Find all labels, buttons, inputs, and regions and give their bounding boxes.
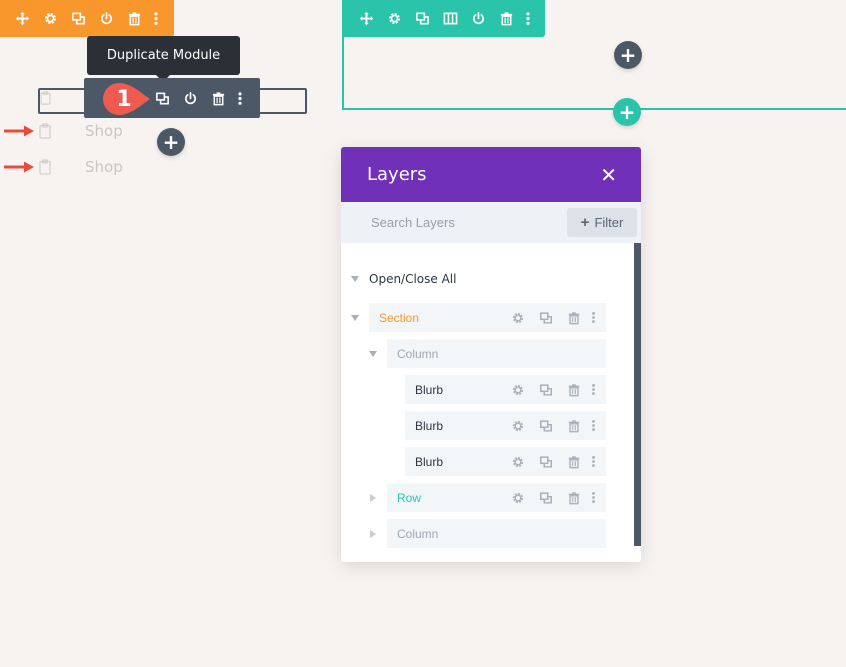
shop-blurb-title: Shop [85,122,123,140]
layers-header[interactable]: Layers ✕ [341,147,641,202]
duplicate-icon[interactable] [532,455,560,469]
caret-down-icon[interactable] [351,315,359,321]
section-toolbar [0,0,174,37]
arrow-right-icon [4,161,34,173]
columns-icon[interactable] [436,0,464,37]
trash-icon[interactable] [560,383,588,397]
filter-button[interactable]: + Filter [567,208,637,237]
gear-icon[interactable] [504,311,532,325]
scrollbar[interactable] [634,243,641,546]
add-module-button[interactable]: + [157,128,185,156]
layers-search-bar: + Filter [341,201,641,244]
gear-icon[interactable] [504,491,532,505]
duplicate-icon[interactable] [532,419,560,433]
layer-label: Row [397,490,422,505]
more-options-icon[interactable] [588,311,598,324]
caret-down-icon [351,276,359,282]
caret-right-icon[interactable] [370,494,376,502]
plus-icon: + [580,214,590,231]
more-options-icon[interactable] [520,0,536,37]
caret-right-icon[interactable] [370,530,376,538]
open-close-all-toggle[interactable]: Open/Close All [351,272,456,286]
layer-label: Column [397,526,439,541]
duplicate-icon[interactable] [532,383,560,397]
duplicate-icon[interactable] [64,0,92,37]
more-options-icon[interactable] [148,0,164,37]
duplicate-module-tooltip: Duplicate Module [87,36,240,75]
close-icon[interactable]: ✕ [600,163,617,187]
add-module-button[interactable]: + [614,41,642,69]
trash-icon[interactable] [120,0,148,37]
row-toolbar [342,0,545,37]
clipboard-icon [39,159,51,179]
layer-item-blurb[interactable]: Blurb [405,375,606,404]
arrow-right-icon [4,125,34,137]
layers-title: Layers [367,164,427,185]
gear-icon[interactable] [504,455,532,469]
gear-icon[interactable] [504,383,532,397]
layers-panel: Layers ✕ + Filter Open/Close All Section… [341,147,641,562]
gear-icon[interactable] [36,0,64,37]
step-number: 1 [116,86,132,112]
trash-icon[interactable] [560,491,588,505]
layer-label: Blurb [415,454,444,469]
layer-label: Section [379,310,420,325]
shop-blurb-title: Shop [85,158,123,176]
layer-label: Column [397,346,439,361]
clipboard-icon [39,123,51,143]
save-to-library-icon[interactable] [92,0,120,37]
trash-icon[interactable] [560,455,588,469]
layer-item-blurb[interactable]: Blurb [405,411,606,440]
layer-item-section[interactable]: Section [369,303,606,332]
trash-icon[interactable] [560,419,588,433]
layer-item-blurb[interactable]: Blurb [405,447,606,476]
search-layers-input[interactable] [341,201,567,244]
filter-label: Filter [594,215,624,230]
add-row-button[interactable]: + [613,98,641,126]
move-icon[interactable] [352,0,380,37]
gear-icon[interactable] [380,0,408,37]
more-options-icon[interactable] [588,491,598,504]
trash-icon[interactable] [492,0,520,37]
trash-icon[interactable] [204,78,232,118]
duplicate-icon[interactable] [148,78,176,118]
save-to-library-icon[interactable] [176,78,204,118]
duplicate-icon[interactable] [532,311,560,325]
trash-icon[interactable] [560,311,588,325]
layer-label: Blurb [415,382,444,397]
layer-item-row[interactable]: Row [387,483,606,512]
more-options-icon[interactable] [588,383,598,396]
move-icon[interactable] [8,0,36,37]
duplicate-icon[interactable] [408,0,436,37]
caret-down-icon[interactable] [369,351,377,357]
clipboard-icon [40,90,51,109]
gear-icon[interactable] [504,419,532,433]
more-options-icon[interactable] [588,455,598,468]
duplicate-icon[interactable] [532,491,560,505]
more-options-icon[interactable] [588,419,598,432]
layer-item-column[interactable]: Column [387,519,606,548]
layer-label: Blurb [415,418,444,433]
save-to-library-icon[interactable] [464,0,492,37]
open-close-all-label: Open/Close All [369,272,457,286]
more-options-icon[interactable] [232,78,248,118]
layer-item-column[interactable]: Column [387,339,606,368]
